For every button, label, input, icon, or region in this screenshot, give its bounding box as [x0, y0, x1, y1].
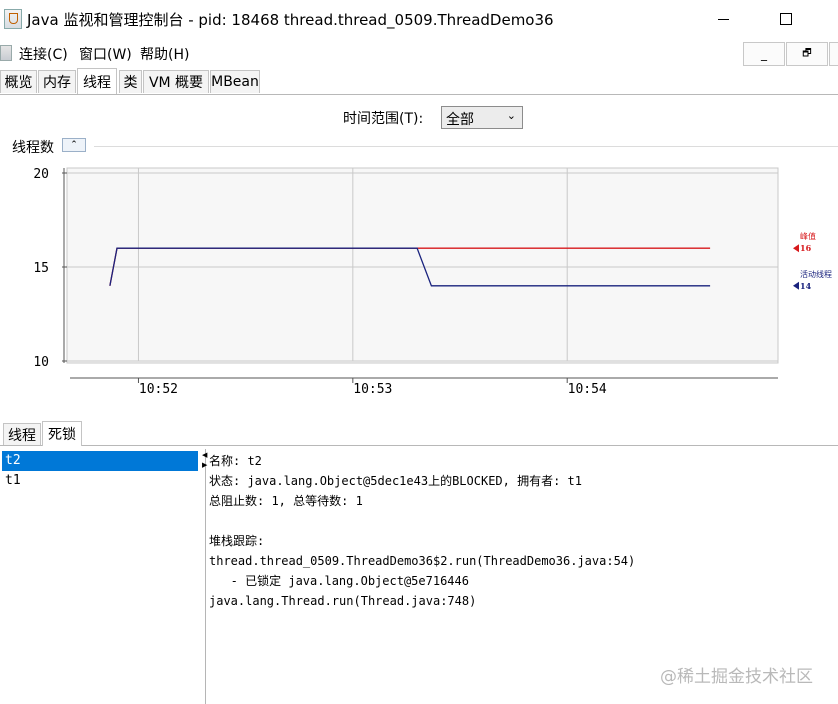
maximize-icon — [780, 13, 792, 25]
thread-count-chart: 10 15 20 10:52 10:53 10:54 峰值 16 活动线程 14 — [33, 167, 832, 397]
inner-restore-button[interactable]: 🗗 — [786, 42, 828, 66]
chevron-up-icon: ⌃ — [70, 140, 78, 150]
tab-vm-summary[interactable]: VM 概要 — [143, 70, 209, 93]
legend-marker-icon — [793, 244, 799, 253]
tab-memory[interactable]: 内存 — [38, 70, 76, 93]
chevron-down-icon: ⌄ — [506, 109, 516, 122]
split-left-arrow-icon[interactable]: ◀ — [202, 452, 207, 459]
minimize-button[interactable] — [700, 0, 746, 38]
y-tick-label: 20 — [33, 167, 49, 182]
legend-marker-icon — [793, 281, 799, 290]
tab-mbean[interactable]: MBean — [210, 70, 260, 93]
time-range-label: 时间范围(T): — [343, 111, 424, 127]
thread-counts: 总阻止数: 1, 总等待数: 1 — [209, 494, 363, 508]
split-right-arrow-icon[interactable]: ▶ — [202, 462, 207, 469]
x-tick-label: 10:52 — [139, 382, 178, 397]
tab-overview[interactable]: 概览 — [0, 70, 37, 93]
deadlock-thread-list: t2 t1 — [0, 449, 203, 704]
bottom-tabs: 线程 死锁 — [0, 421, 838, 446]
inner-minimize-button[interactable]: _ — [743, 42, 785, 66]
minimize-icon: _ — [761, 47, 767, 61]
window-menu-icon[interactable] — [0, 45, 12, 61]
stack-frame: java.lang.Thread.run(Thread.java:748) — [209, 594, 477, 608]
tab-classes[interactable]: 类 — [119, 70, 142, 93]
y-tick-label: 10 — [33, 355, 49, 370]
y-tick-label: 15 — [33, 261, 49, 276]
menu-connect[interactable]: 连接(C) — [19, 44, 68, 64]
plot-area — [66, 167, 779, 364]
restore-icon: 🗗 — [802, 47, 812, 59]
maximize-button[interactable] — [763, 0, 809, 38]
tab-threads[interactable]: 线程 — [77, 68, 117, 94]
split-pane-divider[interactable] — [200, 449, 206, 704]
java-app-icon — [4, 9, 22, 29]
watermark: @稀土掘金技术社区 — [660, 667, 813, 687]
window-title: Java 监视和管理控制台 - pid: 18468 thread.thread… — [27, 11, 554, 29]
menu-help[interactable]: 帮助(H) — [140, 44, 189, 64]
main-tabs: 概览 内存 线程 类 VM 概要 MBean — [0, 68, 838, 95]
time-range-value: 全部 — [446, 112, 474, 128]
legend-series-name: 活动线程 — [800, 269, 832, 279]
stack-frame: thread.thread_0509.ThreadDemo36$2.run(Th… — [209, 554, 636, 568]
minimize-icon — [717, 18, 729, 20]
stack-lock-info: - 已锁定 java.lang.Object@5e716446 — [209, 574, 469, 588]
menu-bar: 连接(C) 窗口(W) 帮助(H) _ 🗗 — [0, 40, 838, 66]
legend-current-value: 14 — [800, 281, 812, 291]
time-range-select[interactable]: 全部 ⌄ — [441, 106, 523, 129]
title-bar: Java 监视和管理控制台 - pid: 18468 thread.thread… — [0, 0, 838, 38]
menu-window[interactable]: 窗口(W) — [79, 44, 132, 64]
thread-row-t2[interactable]: t2 — [2, 451, 198, 471]
chart-legend: 峰值 16 活动线程 14 — [793, 231, 832, 291]
thread-row-t1[interactable]: t1 — [2, 471, 198, 491]
thread-state: 状态: java.lang.Object@5dec1e43上的BLOCKED, … — [209, 474, 582, 488]
thread-details: 名称: t2 状态: java.lang.Object@5dec1e43上的BL… — [209, 451, 635, 611]
x-tick-label: 10:54 — [568, 382, 607, 397]
stack-trace-header: 堆栈跟踪: — [209, 534, 265, 548]
legend-series-name: 峰值 — [800, 231, 816, 241]
thread-name: 名称: t2 — [209, 454, 262, 468]
inner-close-button[interactable] — [829, 42, 838, 66]
x-tick-label: 10:53 — [353, 382, 392, 397]
tab-deadlock[interactable]: 死锁 — [42, 421, 82, 446]
section-divider — [94, 146, 838, 147]
legend-current-value: 16 — [800, 243, 812, 253]
tab-thread-list[interactable]: 线程 — [3, 423, 41, 445]
